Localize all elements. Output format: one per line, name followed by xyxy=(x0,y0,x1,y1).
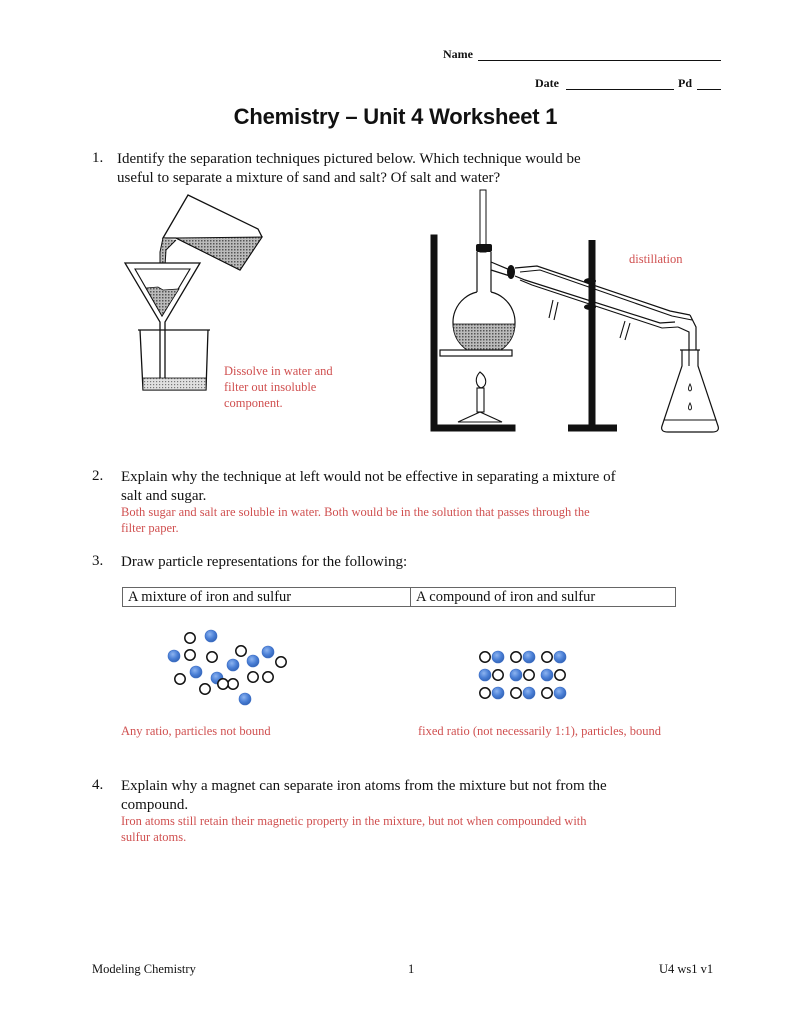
iron-particle xyxy=(553,686,567,700)
sulfur-particle xyxy=(235,645,247,657)
sulfur-particle xyxy=(206,651,218,663)
iron-particle xyxy=(246,654,260,668)
iron-particle xyxy=(167,649,181,663)
mixture-particles xyxy=(167,629,287,706)
question-4-answer-line2: sulfur atoms. xyxy=(121,830,187,844)
sulfur-particle xyxy=(174,673,186,685)
sulfur-particle xyxy=(554,669,566,681)
compound-particles xyxy=(478,650,567,700)
sulfur-particle xyxy=(227,678,239,690)
sulfur-particle xyxy=(184,632,196,644)
question-4-text-line1: Explain why a magnet can separate iron a… xyxy=(121,778,607,794)
iron-particle xyxy=(491,686,505,700)
sulfur-particle xyxy=(217,678,229,690)
iron-particle xyxy=(261,645,275,659)
question-4-number: 4. xyxy=(92,777,104,793)
iron-particle xyxy=(509,668,523,682)
iron-particle xyxy=(238,692,252,706)
compound-caption: fixed ratio (not necessarily 1:1), parti… xyxy=(418,724,661,738)
sulfur-particle xyxy=(541,651,553,663)
sulfur-particle xyxy=(275,656,287,668)
iron-particle xyxy=(189,665,203,679)
iron-particle xyxy=(540,668,554,682)
mixture-caption: Any ratio, particles not bound xyxy=(121,724,271,738)
iron-particle xyxy=(522,650,536,664)
sulfur-particle xyxy=(479,687,491,699)
footer-right: U4 ws1 v1 xyxy=(659,962,714,976)
iron-particle xyxy=(478,668,492,682)
sulfur-particle xyxy=(184,649,196,661)
sulfur-particle xyxy=(510,651,522,663)
question-4-answer-line1: Iron atoms still retain their magnetic p… xyxy=(121,814,587,828)
sulfur-particle xyxy=(492,669,504,681)
iron-particle xyxy=(553,650,567,664)
sulfur-particle xyxy=(262,671,274,683)
sulfur-particle xyxy=(510,687,522,699)
footer-page-number: 1 xyxy=(408,962,415,976)
iron-particle xyxy=(491,650,505,664)
sulfur-particle xyxy=(247,671,259,683)
sulfur-particle xyxy=(479,651,491,663)
sulfur-particle xyxy=(541,687,553,699)
iron-particle xyxy=(522,686,536,700)
iron-particle xyxy=(226,658,240,672)
particle-diagrams xyxy=(167,629,567,706)
sulfur-particle xyxy=(199,683,211,695)
question-4-text-line2: compound. xyxy=(121,797,189,813)
sulfur-particle xyxy=(523,669,535,681)
footer-left: Modeling Chemistry xyxy=(92,962,196,976)
iron-particle xyxy=(204,629,218,643)
